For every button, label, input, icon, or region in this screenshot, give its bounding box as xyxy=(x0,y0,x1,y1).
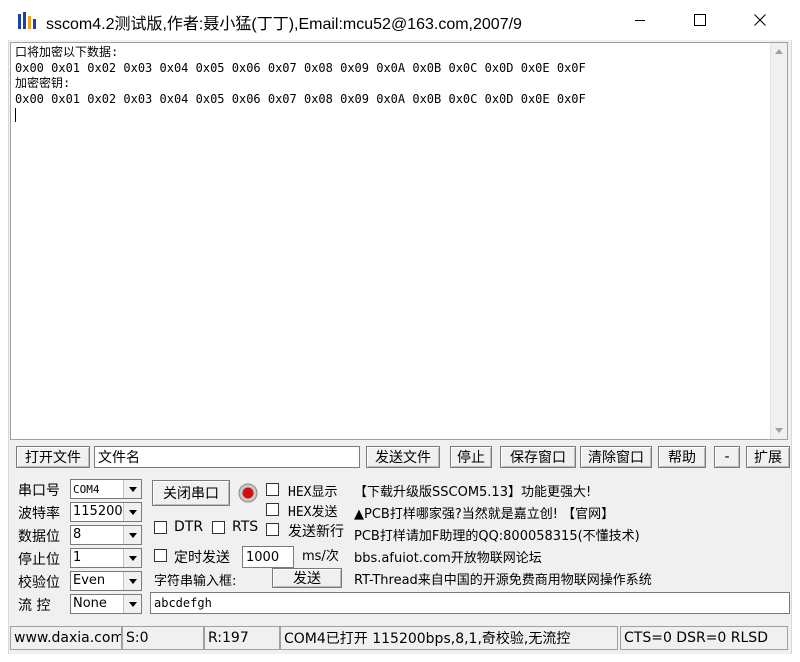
flow-value: None xyxy=(73,596,107,611)
flow-label: 流 控 xyxy=(18,598,51,614)
status-bar: www.daxia.com S:0 R:197 COM4已打开 115200bp… xyxy=(10,626,788,650)
rts-label: RTS xyxy=(232,519,259,535)
baud-label: 波特率 xyxy=(18,506,60,522)
baud-select[interactable]: 115200 xyxy=(70,502,142,522)
info-pcb-qq[interactable]: PCB打样请加F助理的QQ:800058315(不懂技术) xyxy=(354,525,640,544)
expand-button[interactable]: 扩展 xyxy=(746,446,790,468)
maximize-icon xyxy=(694,14,706,26)
open-file-button[interactable]: 打开文件 xyxy=(16,446,90,468)
data-bits-select[interactable]: 8 xyxy=(70,525,142,545)
chevron-down-icon[interactable] xyxy=(123,549,141,567)
input-label: 字符串输入框: xyxy=(154,574,237,589)
parity-label: 校验位 xyxy=(18,575,60,591)
send-newline-checkbox[interactable] xyxy=(266,523,279,536)
dtr-checkbox[interactable] xyxy=(154,521,167,534)
save-window-button[interactable]: 保存窗口 xyxy=(500,446,576,468)
scroll-down-icon[interactable] xyxy=(775,428,783,433)
baud-value: 115200 xyxy=(73,504,123,519)
send-button[interactable]: 发送 xyxy=(272,568,342,588)
port-select[interactable]: COM4 xyxy=(70,479,142,499)
maximize-button[interactable] xyxy=(670,0,730,40)
title-bar: sscom4.2测试版,作者:聂小猛(丁丁),Email:mcu52@163.c… xyxy=(0,0,800,40)
receive-text: 口将加密以下数据: 0x00 0x01 0x02 0x03 0x04 0x05 0… xyxy=(15,45,765,123)
hex-display-checkbox[interactable] xyxy=(266,483,279,496)
help-button[interactable]: 帮助 xyxy=(658,446,706,468)
close-icon xyxy=(754,14,766,26)
dtr-label: DTR xyxy=(174,519,204,535)
receive-line: 加密密钥: xyxy=(15,76,71,91)
status-signals: CTS=0 DSR=0 RLSD xyxy=(620,626,788,650)
receive-textarea[interactable]: 口将加密以下数据: 0x00 0x01 0x02 0x03 0x04 0x05 0… xyxy=(10,42,788,440)
info-pcb-ad[interactable]: ▲PCB打样哪家强?当然就是嘉立创! 【官网】 xyxy=(354,503,614,522)
clear-window-button[interactable]: 清除窗口 xyxy=(580,446,652,468)
window-title: sscom4.2测试版,作者:聂小猛(丁丁),Email:mcu52@163.c… xyxy=(46,16,522,33)
flow-select[interactable]: None xyxy=(70,594,142,614)
close-button[interactable] xyxy=(730,0,790,40)
receive-line: 0x00 0x01 0x02 0x03 0x04 0x05 0x06 0x07 … xyxy=(15,60,586,75)
minimize-button[interactable] xyxy=(610,0,670,40)
data-bits-value: 8 xyxy=(73,527,82,542)
chevron-down-icon[interactable] xyxy=(123,503,141,521)
port-status-led-icon xyxy=(238,483,258,503)
timed-send-label: 定时发送 xyxy=(174,550,230,566)
send-input[interactable]: abcdefgh xyxy=(150,592,790,614)
close-port-button[interactable]: 关闭串口 xyxy=(152,480,230,506)
status-website[interactable]: www.daxia.com xyxy=(10,626,122,650)
receive-line: 口将加密以下数据: xyxy=(15,45,119,59)
stop-bits-select[interactable]: 1 xyxy=(70,548,142,568)
send-newline-label: 发送新行 xyxy=(288,524,344,540)
collapse-button[interactable]: - xyxy=(714,446,740,468)
info-rtthread-link[interactable]: RT-Thread来自中国的开源免费商用物联网操作系统 xyxy=(354,569,652,588)
chevron-down-icon[interactable] xyxy=(123,480,141,498)
status-received-count: R:197 xyxy=(204,626,280,650)
parity-select[interactable]: Even xyxy=(70,571,142,591)
info-panel: 【下载升级版SSCOM5.13】功能更强大! ▲PCB打样哪家强?当然就是嘉立创… xyxy=(350,477,790,589)
receive-line: 0x00 0x01 0x02 0x03 0x04 0x05 0x06 0x07 … xyxy=(15,91,586,106)
app-icon xyxy=(18,12,36,29)
hex-send-checkbox[interactable] xyxy=(266,503,279,516)
data-bits-label: 数据位 xyxy=(18,529,60,545)
scroll-up-icon[interactable] xyxy=(775,49,783,54)
minimize-icon xyxy=(635,20,645,21)
parity-value: Even xyxy=(73,573,106,588)
status-port-state: COM4已打开 115200bps,8,1,奇校验,无流控 xyxy=(280,626,618,650)
stop-bits-label: 停止位 xyxy=(18,552,60,568)
receive-scrollbar[interactable] xyxy=(770,43,787,439)
info-upgrade-link[interactable]: 【下载升级版SSCOM5.13】功能更强大! xyxy=(354,481,591,500)
status-sent-count: S:0 xyxy=(122,626,204,650)
info-forum-link[interactable]: bbs.afuiot.com开放物联网论坛 xyxy=(354,547,542,566)
rts-checkbox[interactable] xyxy=(212,521,225,534)
interval-unit: ms/次 xyxy=(302,549,339,564)
timed-send-checkbox[interactable] xyxy=(154,549,167,562)
interval-input[interactable]: 1000 xyxy=(242,546,294,568)
stop-bits-value: 1 xyxy=(73,550,82,565)
port-label: 串口号 xyxy=(18,483,60,499)
send-file-button[interactable]: 发送文件 xyxy=(366,446,440,468)
port-value: COM4 xyxy=(73,483,100,496)
stop-button[interactable]: 停止 xyxy=(450,446,492,468)
file-name-field[interactable]: 文件名 xyxy=(94,446,360,468)
chevron-down-icon[interactable] xyxy=(123,526,141,544)
hex-display-label: HEX显示 xyxy=(288,485,338,500)
chevron-down-icon[interactable] xyxy=(123,595,141,613)
hex-send-label: HEX发送 xyxy=(288,505,338,520)
chevron-down-icon[interactable] xyxy=(123,572,141,590)
text-caret xyxy=(15,107,16,122)
